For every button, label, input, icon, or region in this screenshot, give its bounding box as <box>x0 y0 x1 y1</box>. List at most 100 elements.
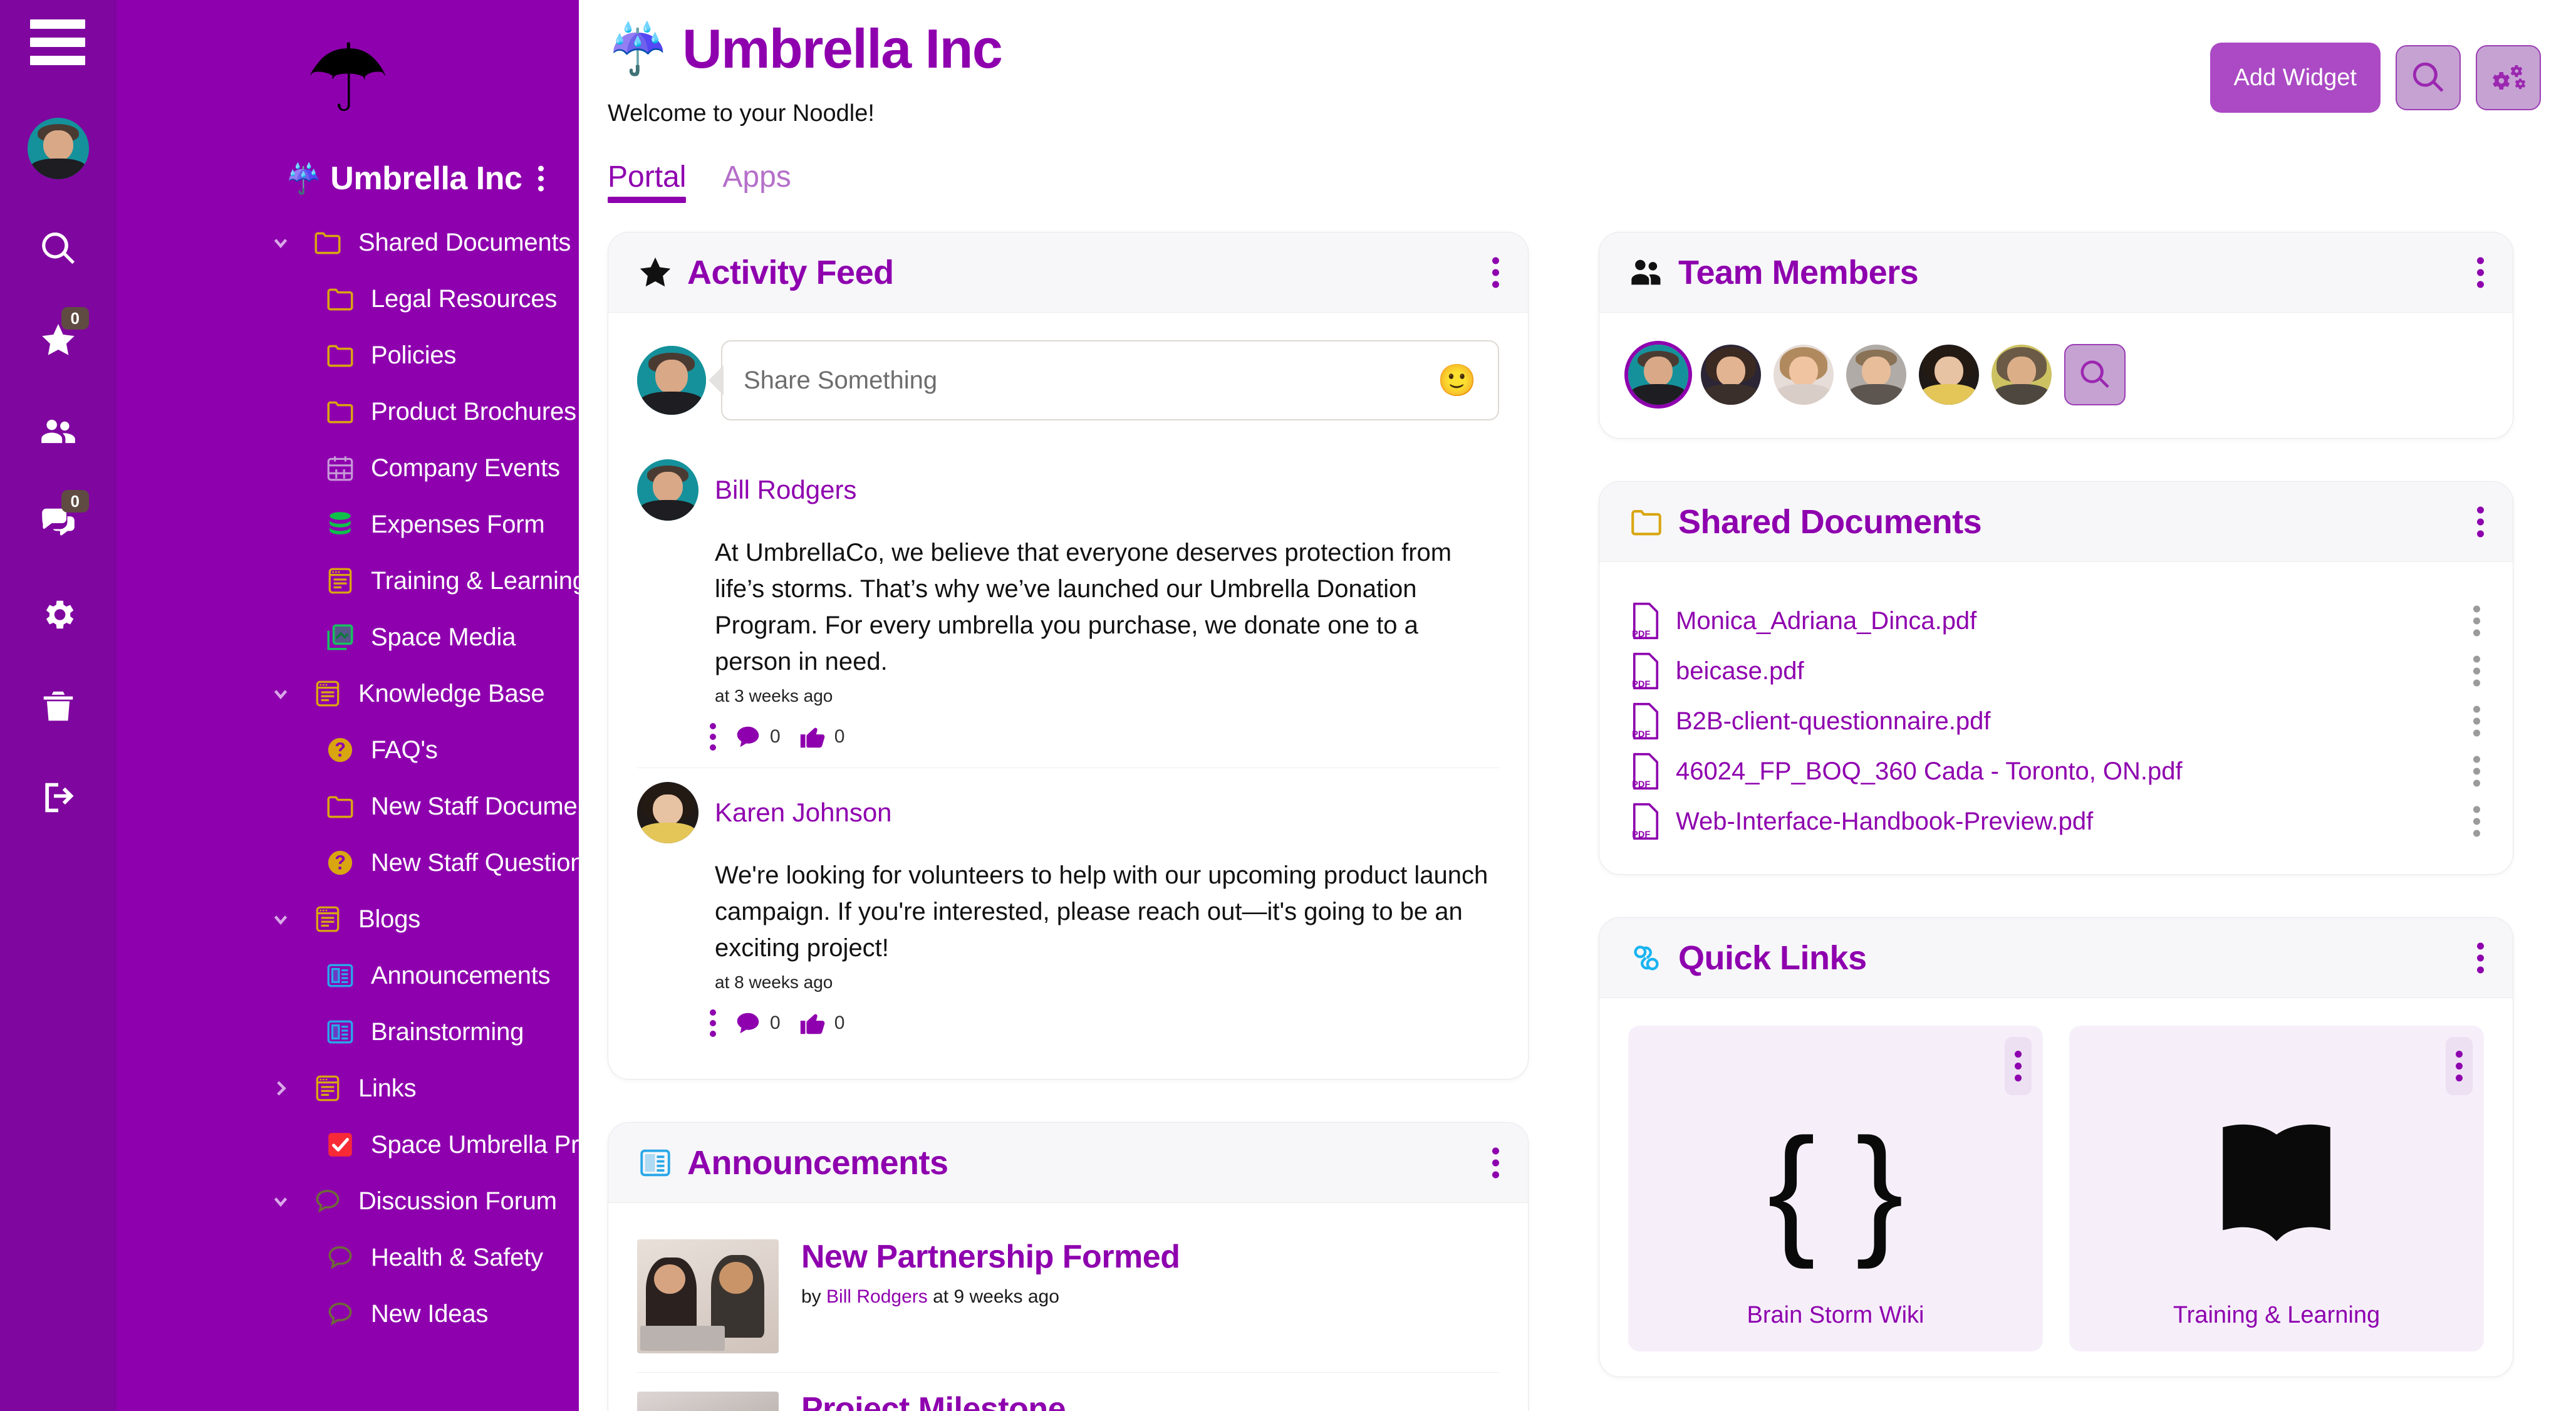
document-name[interactable]: B2B-client-questionnaire.pdf <box>1676 707 1991 736</box>
post-menu-button[interactable] <box>710 1009 716 1037</box>
tab-portal[interactable]: Portal <box>608 160 687 203</box>
sidebar-item-blogs[interactable]: Blogs <box>117 891 579 947</box>
add-widget-button[interactable]: Add Widget <box>2210 43 2381 113</box>
document-menu-button[interactable] <box>2473 605 2480 637</box>
document-row[interactable]: PDF Monica_Adriana_Dinca.pdf <box>1628 596 2484 646</box>
shared-documents-menu-button[interactable] <box>2477 506 2484 537</box>
quick-link-menu-button[interactable] <box>2005 1037 2032 1095</box>
team-members-title: Team Members <box>1678 253 1919 291</box>
speech-icon <box>323 1297 357 1331</box>
document-name[interactable]: Monica_Adriana_Dinca.pdf <box>1676 607 1976 635</box>
document-row[interactable]: PDF B2B-client-questionnaire.pdf <box>1628 696 2484 746</box>
sidebar-item-label: Health & Safety <box>371 1243 543 1271</box>
like-button[interactable]: 0 <box>798 1009 844 1038</box>
menu-toggle-button[interactable] <box>30 19 86 65</box>
emoji-picker-icon[interactable]: 🙂 <box>1438 365 1477 396</box>
sidebar-item-brainstorming[interactable]: Brainstorming <box>117 1004 579 1060</box>
announcement-item[interactable]: Project Milestone <box>637 1373 1499 1411</box>
sidebar-item-policies[interactable]: Policies <box>117 327 579 383</box>
sidebar-item-expenses-form[interactable]: Expenses Form <box>117 496 579 553</box>
post-menu-button[interactable] <box>710 723 716 751</box>
sidebar-item-knowledge-base[interactable]: Knowledge Base <box>117 665 579 722</box>
document-name[interactable]: 46024_FP_BOQ_360 Cada - Toronto, ON.pdf <box>1676 758 2183 786</box>
announcement-title[interactable]: Project Milestone <box>801 1392 1499 1411</box>
share-input-box[interactable]: Share Something 🙂 <box>721 340 1499 420</box>
chevron-right-icon[interactable] <box>267 1075 294 1102</box>
media-icon <box>323 620 357 654</box>
post-author-name[interactable]: Bill Rodgers <box>715 475 856 505</box>
rail-trash-icon[interactable] <box>24 672 93 741</box>
like-button[interactable]: 0 <box>798 722 844 751</box>
rail-search-icon[interactable] <box>24 214 93 283</box>
announcement-title[interactable]: New Partnership Formed <box>801 1239 1499 1275</box>
rail-star-icon[interactable]: 0 <box>24 306 93 375</box>
rail-people-icon[interactable] <box>24 397 93 466</box>
sidebar-item-links[interactable]: Links <box>117 1060 579 1117</box>
chevron-down-icon[interactable] <box>267 229 294 256</box>
settings-button[interactable] <box>2476 45 2541 110</box>
chevron-down-icon[interactable] <box>267 1187 294 1215</box>
document-row[interactable]: PDF beicase.pdf <box>1628 646 2484 696</box>
chevron-down-icon[interactable] <box>267 905 294 933</box>
sidebar-item-training-learning[interactable]: Training & Learning <box>117 553 579 609</box>
team-member-avatar[interactable] <box>1846 345 1906 405</box>
team-member-avatar[interactable] <box>1992 345 2052 405</box>
announcements-menu-button[interactable] <box>1492 1147 1499 1178</box>
document-name[interactable]: beicase.pdf <box>1676 657 1804 685</box>
tab-apps[interactable]: Apps <box>722 160 791 203</box>
user-avatar[interactable] <box>28 118 89 179</box>
document-row[interactable]: PDF Web-Interface-Handbook-Preview.pdf <box>1628 796 2484 846</box>
team-member-avatar[interactable] <box>1701 345 1761 405</box>
sidebar-item-new-staff-questions[interactable]: New Staff Questions <box>117 835 579 891</box>
sidebar-item-new-staff-documents[interactable]: New Staff Documents <box>117 778 579 835</box>
post-author-name[interactable]: Karen Johnson <box>715 798 892 828</box>
post-list: Bill Rodgers At UmbrellaCo, we believe th… <box>637 445 1499 1054</box>
page-icon <box>323 564 357 598</box>
rail-gear-icon[interactable] <box>24 580 93 649</box>
announcement-author[interactable]: Bill Rodgers <box>826 1286 928 1307</box>
member-search-button[interactable] <box>2064 344 2126 405</box>
post-author-avatar[interactable] <box>637 782 699 843</box>
document-row[interactable]: PDF 46024_FP_BOQ_360 Cada - Toronto, ON.p… <box>1628 746 2484 796</box>
sidebar-item-health-safety[interactable]: Health & Safety <box>117 1229 579 1286</box>
rail-logout-icon[interactable] <box>24 763 93 832</box>
team-member-avatar[interactable] <box>1919 345 1979 405</box>
quick-link-tile[interactable]: { } Brain Storm Wiki <box>1628 1026 2043 1351</box>
document-name[interactable]: Web-Interface-Handbook-Preview.pdf <box>1676 808 2093 836</box>
comment-button[interactable]: 0 <box>734 1009 781 1038</box>
sidebar-item-product-brochures[interactable]: Product Brochures <box>117 383 579 440</box>
sidebar-item-announcements[interactable]: Announcements <box>117 947 579 1004</box>
sidebar-item-space-media[interactable]: Space Media <box>117 609 579 665</box>
sidebar-item-shared-documents[interactable]: Shared Documents <box>117 214 579 271</box>
document-menu-button[interactable] <box>2473 655 2480 687</box>
team-member-avatar[interactable] <box>1774 345 1834 405</box>
sidebar-item-company-events[interactable]: Company Events <box>117 440 579 496</box>
activity-feed-menu-button[interactable] <box>1492 257 1499 288</box>
sidebar-item-new-ideas[interactable]: New Ideas <box>117 1286 579 1342</box>
comment-button[interactable]: 0 <box>734 722 781 751</box>
quick-link-tile[interactable]: Training & Learning <box>2069 1026 2484 1351</box>
share-input[interactable]: Share Something <box>744 367 1438 395</box>
sidebar-item-faq-s[interactable]: FAQ's <box>117 722 579 778</box>
space-menu-button[interactable] <box>538 165 544 192</box>
team-members-menu-button[interactable] <box>2477 257 2484 288</box>
document-menu-button[interactable] <box>2473 756 2480 787</box>
space-title-row[interactable]: ☔ Umbrella Inc <box>117 157 579 200</box>
sidebar-item-discussion-forum[interactable]: Discussion Forum <box>117 1173 579 1229</box>
svg-text:PDF: PDF <box>1632 830 1650 840</box>
announcement-item[interactable]: New Partnership Formed by Bill Rodgers a… <box>637 1231 1499 1373</box>
document-menu-button[interactable] <box>2473 806 2480 837</box>
document-menu-button[interactable] <box>2473 706 2480 737</box>
quick-links-menu-button[interactable] <box>2477 942 2484 973</box>
search-button[interactable] <box>2396 45 2461 110</box>
chevron-down-icon[interactable] <box>267 680 294 707</box>
sidebar-item-label: Policies <box>371 341 457 369</box>
rail-chat-icon[interactable]: 0 <box>24 489 93 558</box>
team-member-avatar[interactable] <box>1624 341 1692 409</box>
current-user-avatar <box>637 346 706 415</box>
sidebar-item-legal-resources[interactable]: Legal Resources <box>117 271 579 327</box>
post-author-avatar[interactable] <box>637 459 699 521</box>
activity-feed-widget: Activity Feed Share Something 🙂 Bill Rod… <box>608 232 1529 1080</box>
quick-link-menu-button[interactable] <box>2446 1037 2473 1095</box>
sidebar-item-space-umbrella-project[interactable]: Space Umbrella Project <box>117 1117 579 1173</box>
